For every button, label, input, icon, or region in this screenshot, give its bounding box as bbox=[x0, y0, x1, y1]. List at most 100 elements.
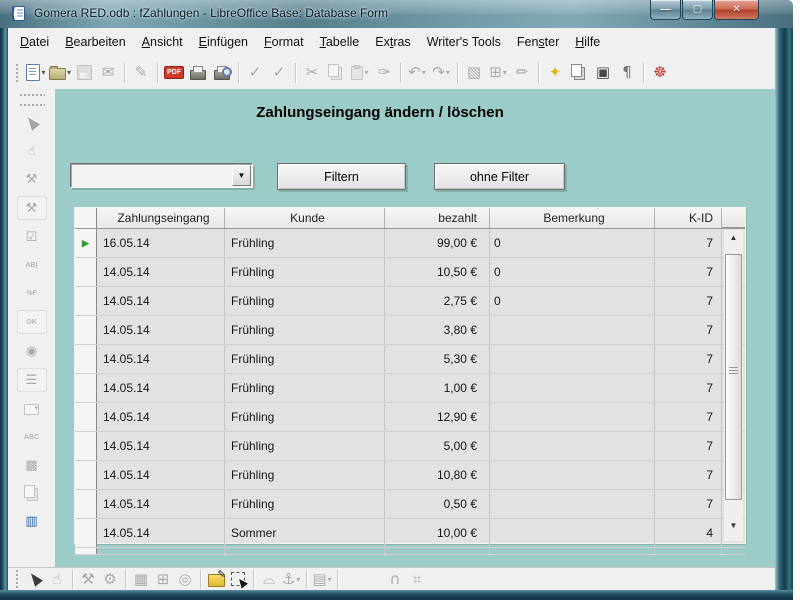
record-selector-cell[interactable] bbox=[75, 316, 97, 344]
scroll-down-icon[interactable]: ▼ bbox=[724, 518, 743, 533]
cell-kid[interactable]: 7 bbox=[655, 461, 722, 489]
column-header-kunde[interactable]: Kunde bbox=[225, 208, 385, 228]
gallery-button[interactable] bbox=[567, 61, 591, 85]
column-header-kid[interactable]: K-ID bbox=[655, 208, 722, 228]
cell-kid[interactable]: 7 bbox=[655, 258, 722, 286]
table-row[interactable]: 14.05.14Sommer10,00 € 4 bbox=[75, 519, 745, 548]
table-row[interactable]: 14.05.14Frühling3,80 €7 bbox=[75, 316, 745, 345]
menu-item-writer-s-tools[interactable]: Writer's Tools bbox=[419, 31, 509, 53]
toolbar-grip[interactable] bbox=[15, 569, 20, 589]
select-button[interactable] bbox=[24, 570, 46, 589]
cell-bemerkung[interactable]: 0 bbox=[490, 258, 655, 286]
cell-bemerkung[interactable] bbox=[490, 316, 655, 344]
cell-bezahlt[interactable]: 10,80 € bbox=[385, 461, 490, 489]
menu-item-hilfe[interactable]: Hilfe bbox=[567, 31, 608, 53]
maximize-button[interactable]: ▢ bbox=[682, 0, 713, 20]
cell-zahlungseingang[interactable]: 14.05.14 bbox=[97, 403, 225, 431]
cell-kunde[interactable]: Frühling bbox=[225, 374, 385, 402]
cell-zahlungseingang[interactable]: 14.05.14 bbox=[97, 432, 225, 460]
print-preview-button[interactable] bbox=[210, 61, 234, 85]
print-button[interactable] bbox=[186, 61, 210, 85]
record-selector-cell[interactable] bbox=[75, 287, 97, 315]
cell-kid[interactable]: 7 bbox=[655, 229, 722, 257]
cell-kunde[interactable]: Frühling bbox=[225, 229, 385, 257]
cell-zahlungseingang[interactable]: 14.05.14 bbox=[97, 374, 225, 402]
scrollbar-track[interactable]: ▲ ▼ bbox=[724, 230, 743, 541]
toolbar-grip[interactable] bbox=[15, 63, 20, 83]
navigator-button[interactable]: ✦ bbox=[543, 61, 567, 85]
cell-zahlungseingang[interactable]: 14.05.14 bbox=[97, 490, 225, 518]
marquee-select-button[interactable] bbox=[227, 570, 249, 589]
menu-item-tabelle[interactable]: Tabelle bbox=[312, 31, 368, 53]
cell-kunde[interactable]: Frühling bbox=[225, 287, 385, 315]
column-header-zahlungseingang[interactable]: Zahlungseingang bbox=[97, 208, 225, 228]
column-header-bemerkung[interactable]: Bemerkung bbox=[490, 208, 655, 228]
cell-bezahlt[interactable]: 12,90 € bbox=[385, 403, 490, 431]
table-row[interactable]: 14.05.14Frühling2,75 €07 bbox=[75, 287, 745, 316]
title-bar[interactable]: Gomera RED.odb : fZahlungen - LibreOffic… bbox=[0, 0, 793, 29]
menu-item-format[interactable]: Format bbox=[256, 31, 312, 53]
menu-item-fenster[interactable]: Fenster bbox=[509, 31, 567, 53]
cell-zahlungseingang[interactable]: 14.05.14 bbox=[97, 345, 225, 373]
minimize-button[interactable]: — bbox=[650, 0, 681, 20]
cell-kid[interactable]: 7 bbox=[655, 432, 722, 460]
table-row[interactable]: 14.05.14Frühling0,50 € 7 bbox=[75, 490, 745, 519]
cell-bezahlt[interactable]: 10,00 € bbox=[385, 519, 490, 547]
cell-kunde[interactable]: Frühling bbox=[225, 316, 385, 344]
cell-bezahlt[interactable]: 1,00 € bbox=[385, 374, 490, 402]
cell-bezahlt[interactable]: 10,50 € bbox=[385, 258, 490, 286]
record-selector-cell[interactable] bbox=[75, 258, 97, 286]
toolbar-grip[interactable] bbox=[19, 103, 45, 107]
table-row[interactable]: 14.05.14Frühling5,00 €7 bbox=[75, 432, 745, 461]
record-selector-cell[interactable] bbox=[75, 403, 97, 431]
table-row[interactable]: ▶16.05.14Frühling99,00 €07 bbox=[75, 229, 745, 258]
cell-kid[interactable]: 7 bbox=[655, 490, 722, 518]
ohne-filter-button[interactable]: ohne Filter bbox=[434, 163, 565, 190]
cell-bemerkung[interactable] bbox=[490, 403, 655, 431]
cell-bemerkung[interactable] bbox=[490, 374, 655, 402]
cell-bemerkung[interactable] bbox=[490, 461, 655, 489]
cell-kid[interactable]: 7 bbox=[655, 403, 722, 431]
cell-bezahlt[interactable]: 5,30 € bbox=[385, 345, 490, 373]
cell-kunde[interactable]: Frühling bbox=[225, 345, 385, 373]
cell-kunde[interactable]: Frühling bbox=[225, 403, 385, 431]
cell-kid[interactable]: 7 bbox=[655, 374, 722, 402]
menu-item-bearbeiten[interactable]: Bearbeiten bbox=[57, 31, 133, 53]
scroll-up-icon[interactable]: ▲ bbox=[724, 230, 743, 245]
menu-item-datei[interactable]: Datei bbox=[12, 31, 57, 53]
cell-bezahlt[interactable]: 3,80 € bbox=[385, 316, 490, 344]
menu-item-einf-gen[interactable]: Einfügen bbox=[191, 31, 256, 53]
cell-zahlungseingang[interactable]: 14.05.14 bbox=[97, 316, 225, 344]
cell-kunde[interactable]: Frühling bbox=[225, 490, 385, 518]
record-selector-cell[interactable] bbox=[75, 461, 97, 489]
record-selector-cell[interactable] bbox=[75, 374, 97, 402]
table-row[interactable]: 14.05.14Frühling10,50 €07 bbox=[75, 258, 745, 287]
record-selector-cell[interactable] bbox=[75, 519, 97, 547]
cell-kunde[interactable]: Frühling bbox=[225, 258, 385, 286]
cell-zahlungseingang[interactable]: 14.05.14 bbox=[97, 519, 225, 547]
cell-bezahlt[interactable]: 0,50 € bbox=[385, 490, 490, 518]
record-selector-header[interactable] bbox=[75, 208, 97, 228]
table-row[interactable]: 14.05.14Frühling5,30 € 7 bbox=[75, 345, 745, 374]
cell-kunde[interactable]: Frühling bbox=[225, 432, 385, 460]
record-selector-cell[interactable] bbox=[75, 432, 97, 460]
combobox-dropdown-button[interactable]: ▼ bbox=[232, 165, 251, 186]
cell-kid[interactable]: 4 bbox=[655, 519, 722, 547]
table-row[interactable]: 14.05.14Frühling10,80 €7 bbox=[75, 461, 745, 490]
export-pdf-button[interactable]: PDF bbox=[162, 61, 186, 85]
menu-item-extras[interactable]: Extras bbox=[367, 31, 418, 53]
cell-bemerkung[interactable] bbox=[490, 519, 655, 547]
scrollbar-thumb[interactable] bbox=[725, 254, 742, 500]
table-row[interactable]: 14.05.14Frühling12,90 € 7 bbox=[75, 403, 745, 432]
cell-kunde[interactable]: Frühling bbox=[225, 461, 385, 489]
filter-combobox[interactable]: ▼ bbox=[70, 163, 253, 188]
close-button[interactable]: ✕ bbox=[714, 0, 759, 20]
new-document-button[interactable]: ▾ bbox=[24, 61, 48, 85]
toolbar-grip[interactable] bbox=[19, 93, 45, 97]
cell-bezahlt[interactable]: 2,75 € bbox=[385, 287, 490, 315]
cell-kid[interactable]: 7 bbox=[655, 345, 722, 373]
table-row[interactable]: 14.05.14Frühling1,00 € 7 bbox=[75, 374, 745, 403]
cell-kunde[interactable]: Sommer bbox=[225, 519, 385, 547]
data-sources-button[interactable]: ▣ bbox=[591, 61, 615, 85]
cell-zahlungseingang[interactable]: 16.05.14 bbox=[97, 229, 225, 257]
